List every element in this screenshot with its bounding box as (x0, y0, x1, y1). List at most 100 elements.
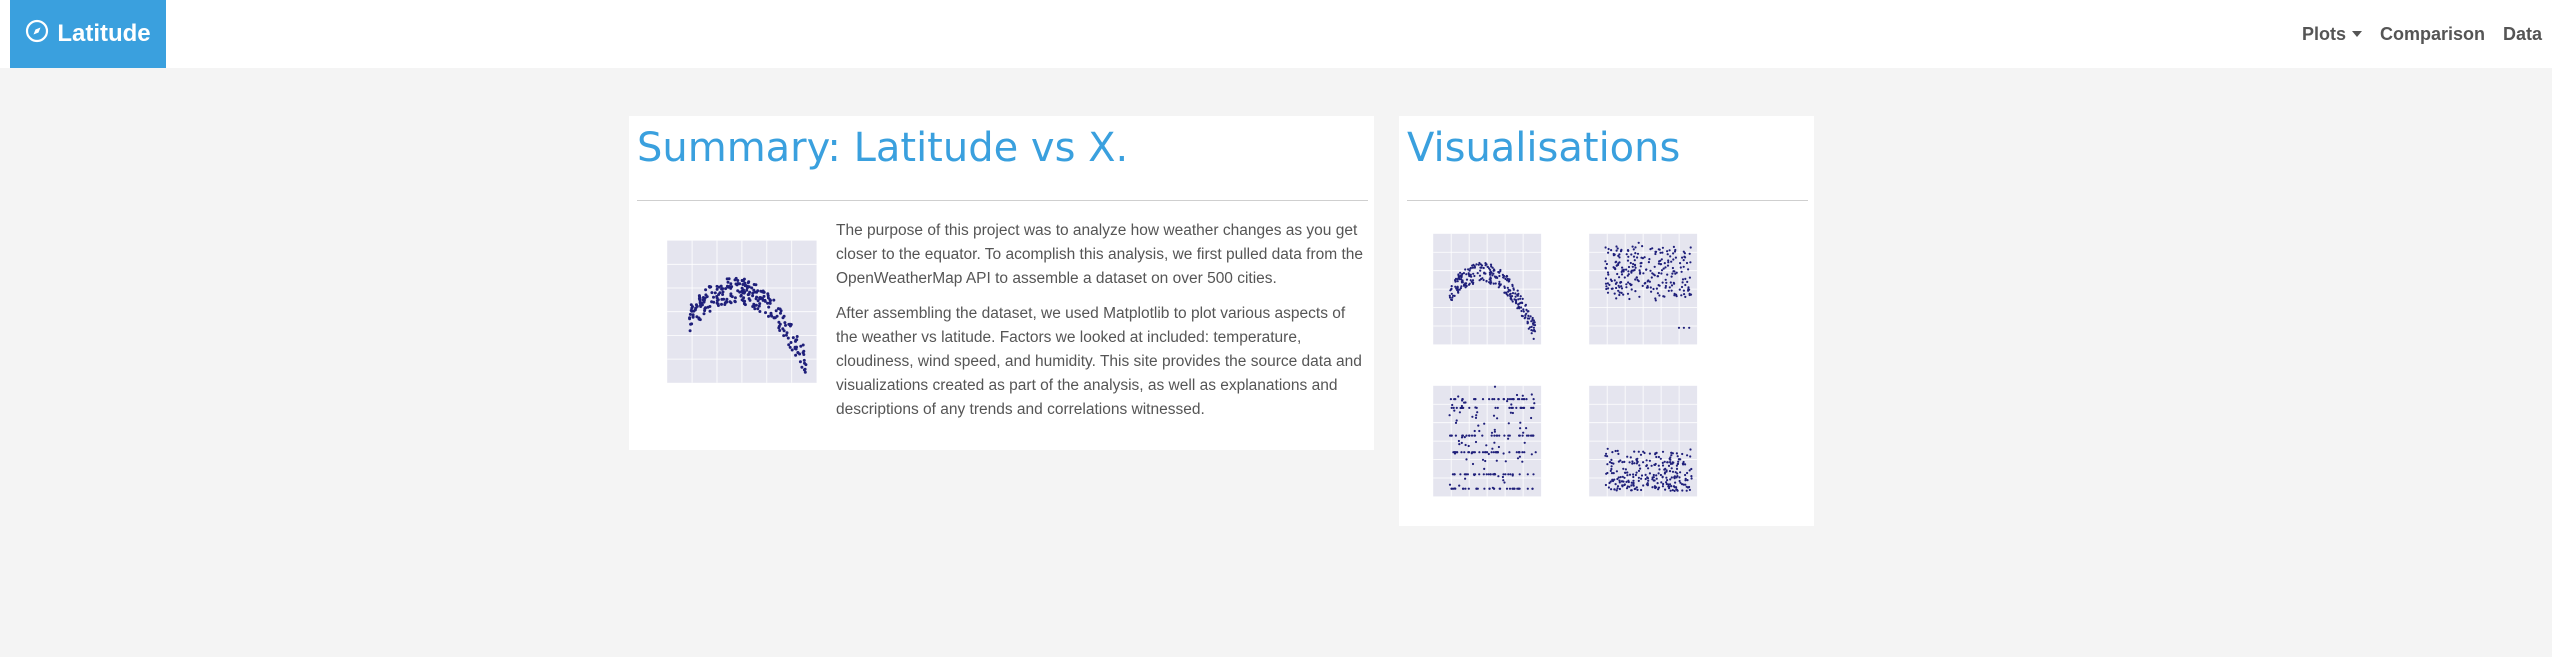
plot-point (1652, 473, 1655, 477)
plot-point (1503, 291, 1506, 294)
plot-point (766, 292, 770, 296)
plot-point (1657, 488, 1660, 491)
plot-point (1494, 282, 1497, 285)
plot-point (1522, 431, 1525, 434)
plot-point (1496, 417, 1499, 420)
summary-plot-image[interactable] (642, 228, 822, 408)
plot-point (1628, 461, 1631, 464)
plot-point (1523, 441, 1526, 444)
plot-point (1605, 262, 1608, 266)
plot-point (1625, 268, 1628, 271)
plot-point (1678, 476, 1681, 479)
plot-point (761, 290, 765, 294)
nav-data-link[interactable]: Data (2503, 24, 2542, 45)
plot-point (1472, 263, 1475, 266)
plot-point (1607, 251, 1610, 254)
vis-thumbnail-temperature[interactable] (1415, 224, 1545, 364)
plot-point (788, 345, 792, 349)
summary-card: Summary: Latitude vs X. The purpose of t… (629, 116, 1374, 450)
plot-point (1475, 414, 1478, 417)
plot-point (1683, 293, 1686, 296)
scatter-plot-humidity-icon (1589, 233, 1698, 345)
plot-point (1490, 431, 1494, 434)
plot-point (1659, 457, 1662, 460)
plot-point (1654, 252, 1657, 256)
plot-point (1684, 473, 1687, 477)
plot-point (787, 343, 791, 347)
plot-point (1639, 453, 1643, 456)
plot-point (1607, 273, 1610, 276)
vis-thumbnail-cloudiness[interactable] (1415, 376, 1545, 516)
plot-point (1658, 284, 1661, 287)
nav-comparison-link[interactable]: Comparison (2380, 24, 2485, 45)
plot-point (1516, 289, 1519, 292)
plot-point (1518, 487, 1521, 490)
plot-point (1515, 406, 1518, 409)
plot-point (1645, 459, 1648, 462)
plot-point (733, 278, 737, 282)
plot-point (1681, 281, 1684, 284)
plot-point (1456, 280, 1459, 283)
plot-point (1644, 281, 1647, 285)
plot-point (710, 291, 714, 295)
plot-point (1468, 406, 1471, 409)
plot-point (1497, 475, 1500, 478)
plot-point (1488, 398, 1491, 401)
plot-point (745, 286, 749, 290)
plot-point (1657, 262, 1660, 265)
nav-plots-dropdown[interactable]: Plots (2302, 24, 2362, 45)
plot-point (1607, 287, 1610, 290)
plot-point (1486, 451, 1489, 454)
plot-point (1524, 316, 1527, 319)
plot-point (1656, 482, 1659, 485)
plot-point (1526, 321, 1529, 324)
plot-point (1613, 253, 1616, 256)
plot-point (1499, 284, 1502, 287)
plot-point (1473, 266, 1476, 269)
plot-point (1654, 297, 1657, 300)
plot-point (1670, 476, 1673, 479)
plot-point (1507, 437, 1510, 440)
plot-point (1618, 291, 1621, 294)
plot-point (1465, 434, 1468, 437)
plot-point (1518, 473, 1521, 476)
plot-point (767, 305, 771, 309)
vis-thumbnail-humidity[interactable] (1571, 224, 1701, 364)
plot-point (1449, 398, 1452, 401)
plot-point (1673, 292, 1676, 295)
plot-point (1665, 476, 1668, 479)
plot-point (1605, 472, 1608, 475)
plot-point (1665, 470, 1668, 473)
plot-point (1638, 269, 1641, 272)
plot-point (1608, 283, 1611, 286)
plot-point (703, 306, 707, 310)
plot-point (1625, 286, 1628, 289)
brand-link[interactable]: Latitude (10, 0, 166, 68)
plot-point (1630, 271, 1633, 274)
plot-point (1641, 284, 1644, 287)
plot-point (1471, 462, 1475, 466)
plot-point (1521, 315, 1524, 318)
plot-point (1528, 326, 1532, 329)
plot-point (1508, 289, 1511, 292)
plot-point (1627, 281, 1630, 284)
plot-point (1484, 262, 1487, 265)
plot-point (1669, 489, 1672, 492)
plot-point (1464, 477, 1467, 480)
plot-point (721, 293, 725, 296)
vis-thumbnail-wind-speed[interactable] (1571, 376, 1701, 516)
plot-point (1627, 249, 1630, 252)
plot-point (1663, 460, 1666, 463)
plot-point (1490, 265, 1493, 268)
plot-point (1504, 460, 1507, 463)
plot-point (1645, 483, 1648, 486)
plot-point (1502, 276, 1505, 279)
plot-point (794, 338, 798, 342)
plot-point (1626, 474, 1629, 477)
plot-point (715, 284, 719, 288)
plot-point (1493, 487, 1496, 490)
plot-point (1448, 296, 1452, 299)
plot-point (1503, 434, 1506, 437)
plot-point (1637, 241, 1640, 244)
plot-point (1530, 320, 1533, 323)
